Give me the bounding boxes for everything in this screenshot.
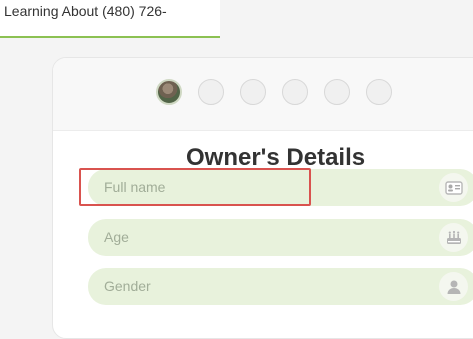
birthday-cake-icon: [439, 223, 468, 252]
wizard-step-5[interactable]: [324, 79, 350, 105]
wizard-step-2[interactable]: [198, 79, 224, 105]
wizard-step-6[interactable]: [366, 79, 392, 105]
gender-placeholder: Gender: [104, 278, 151, 294]
wizard-step-3[interactable]: [240, 79, 266, 105]
page-title: Owner's Details: [186, 144, 366, 171]
age-placeholder: Age: [104, 229, 129, 245]
id-card-icon: [439, 173, 468, 202]
full-name-field[interactable]: Full name: [88, 169, 473, 206]
wizard-step-4[interactable]: [282, 79, 308, 105]
age-field[interactable]: Age: [88, 219, 473, 256]
tab-title: Learning About (480) 726-: [4, 3, 167, 19]
user-icon: [439, 272, 468, 301]
browser-tab[interactable]: Learning About (480) 726-: [0, 0, 220, 38]
wizard-header: [53, 58, 473, 131]
wizard-steps: [156, 79, 392, 105]
wizard-step-1-avatar[interactable]: [156, 79, 182, 105]
full-name-placeholder: Full name: [104, 179, 166, 195]
gender-field[interactable]: Gender: [88, 268, 473, 305]
